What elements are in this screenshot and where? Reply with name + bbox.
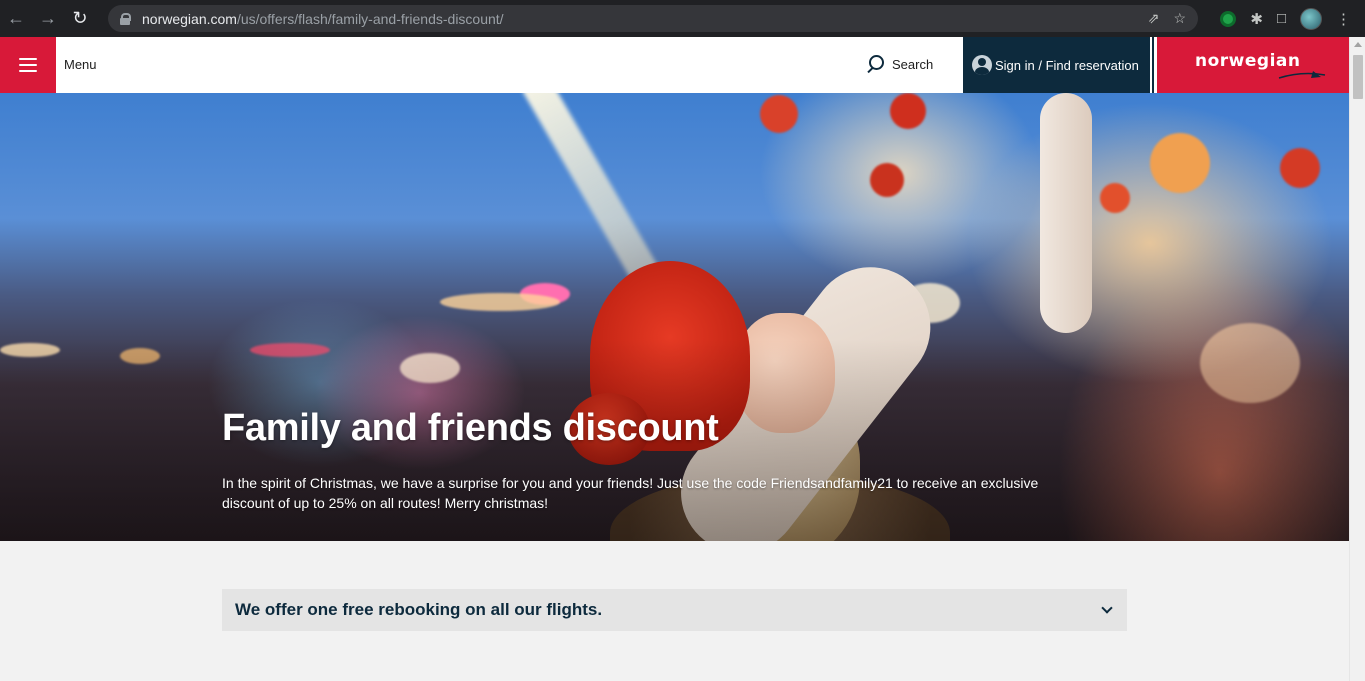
forward-icon[interactable]: → — [32, 0, 64, 37]
url-path: /us/offers/flash/family-and-friends-disc… — [236, 10, 504, 27]
hero-description: In the spirit of Christmas, we have a su… — [222, 475, 1039, 511]
scroll-thumb[interactable] — [1353, 55, 1363, 99]
share-icon[interactable]: ⇗ — [1148, 10, 1160, 27]
rebooking-accordion[interactable]: We offer one free rebooking on all our f… — [222, 589, 1127, 631]
site-header: Menu Search Sign in / Find reservation n… — [0, 37, 1349, 93]
url-host: norwegian.com — [142, 10, 237, 27]
menu-button[interactable] — [0, 37, 56, 93]
search-button[interactable]: Search — [866, 55, 933, 73]
signin-label: Sign in / Find reservation — [995, 57, 1139, 73]
menu-label[interactable]: Menu — [64, 57, 97, 72]
kebab-menu-icon[interactable]: ⋮ — [1336, 10, 1351, 28]
sidepanel-icon[interactable]: □ — [1277, 10, 1286, 27]
lock-icon[interactable] — [120, 12, 131, 25]
chevron-down-icon[interactable] — [1101, 602, 1113, 614]
reload-icon[interactable]: ↻ — [64, 0, 96, 37]
star-icon[interactable]: ☆ — [1173, 10, 1186, 27]
norwegian-logo[interactable]: norwegian — [1157, 37, 1349, 93]
scroll-up-arrow-icon[interactable] — [1354, 42, 1362, 47]
page-title: Family and friends discount — [222, 407, 719, 449]
profile-avatar[interactable] — [1300, 7, 1322, 30]
signin-button[interactable]: Sign in / Find reservation — [963, 37, 1150, 93]
user-icon — [972, 55, 992, 75]
accordion-title: We offer one free rebooking on all our f… — [235, 600, 603, 619]
address-bar[interactable]: norwegian.com/us/offers/flash/family-and… — [108, 5, 1198, 32]
header-divider — [1150, 37, 1157, 93]
logo-text: norwegian — [1195, 51, 1301, 71]
hamburger-icon — [19, 58, 37, 72]
browser-toolbar: ← → ↻ norwegian.com/us/offers/flash/fami… — [0, 0, 1365, 37]
extension-icon[interactable] — [1220, 10, 1237, 27]
puzzle-icon[interactable]: ✱ — [1250, 10, 1263, 28]
hero-banner: Family and friends discount In the spiri… — [0, 93, 1349, 541]
search-icon — [866, 55, 884, 73]
plane-icon — [1278, 71, 1326, 79]
page-scrollbar[interactable] — [1349, 37, 1365, 681]
search-label: Search — [892, 56, 934, 72]
back-icon[interactable]: ← — [0, 0, 32, 37]
